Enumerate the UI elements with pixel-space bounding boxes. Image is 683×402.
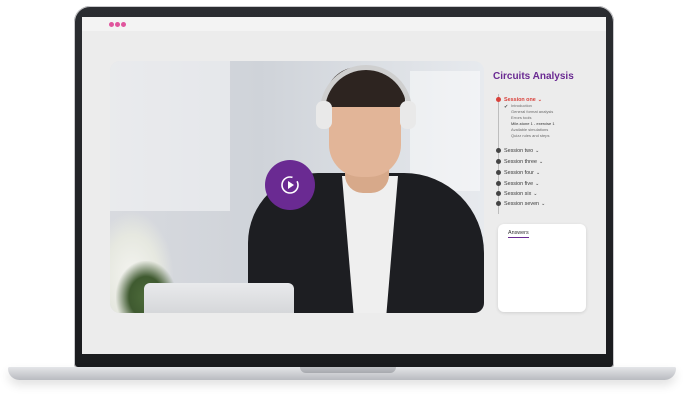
bullet-icon [496, 159, 501, 164]
bullet-icon [496, 170, 501, 175]
play-button[interactable] [265, 160, 315, 210]
play-circle-icon [281, 176, 299, 194]
answers-panel[interactable]: Answers [498, 224, 586, 312]
session-label: Session five [504, 180, 534, 187]
session-label: Session one [504, 96, 536, 103]
bullet-icon [496, 181, 501, 186]
lesson-item[interactable]: Mile-stone 1 - exercise 1 [511, 121, 555, 126]
background-window [110, 61, 230, 211]
session-three[interactable]: Session three ⌄ [496, 157, 543, 166]
session-five[interactable]: Session five ⌄ [496, 179, 539, 188]
course-title: Circuits Analysis [493, 71, 574, 82]
window-dot-icon [115, 22, 120, 27]
bullet-icon [496, 191, 501, 196]
session-four[interactable]: Session four ⌄ [496, 168, 540, 177]
chevron-down-icon: ⌄ [535, 147, 540, 154]
active-bullet-icon [496, 97, 501, 102]
chevron-down-icon: ⌄ [537, 96, 542, 103]
bullet-icon [496, 201, 501, 206]
session-label: Session two [504, 147, 534, 154]
background-window [410, 71, 480, 191]
session-seven[interactable]: Session seven ⌄ [496, 199, 545, 208]
chevron-down-icon: ⌄ [535, 180, 540, 187]
chevron-down-icon: ⌄ [538, 158, 544, 165]
chevron-down-icon: ⌄ [541, 200, 546, 207]
video-player[interactable] [110, 61, 484, 313]
desk-laptop [144, 283, 294, 313]
window-dot-icon [109, 22, 114, 27]
chevron-down-icon: ⌄ [535, 169, 541, 176]
bullet-icon [496, 148, 501, 153]
session-label: Session three [504, 158, 537, 165]
headphones-cup-right [400, 101, 416, 129]
chevron-down-icon: ⌄ [533, 190, 538, 197]
laptop-screen: Circuits Analysis Session one ⌄ ✔ Introd… [82, 17, 606, 354]
lesson-item[interactable]: Errors tools [511, 115, 531, 120]
session-six[interactable]: Session six ⌄ [496, 189, 537, 198]
session-two[interactable]: Session two ⌄ [496, 146, 539, 155]
session-label: Session four [504, 169, 534, 176]
laptop-base [8, 367, 676, 380]
answers-label: Answers [508, 230, 529, 238]
lesson-item[interactable]: Introduction [511, 103, 532, 108]
headphones-band [320, 65, 412, 125]
laptop-notch [300, 367, 396, 373]
window-dot-icon [121, 22, 126, 27]
app-topbar [82, 17, 606, 31]
lesson-item[interactable]: Available simulations [511, 127, 548, 132]
headphones-cup-left [316, 101, 332, 129]
session-label: Session six [504, 190, 532, 197]
session-label: Session seven [504, 200, 540, 207]
lesson-item[interactable]: General format analysis [511, 109, 553, 114]
lesson-item[interactable]: Quizz rules and steps [511, 133, 549, 138]
check-icon: ✔ [504, 104, 509, 110]
